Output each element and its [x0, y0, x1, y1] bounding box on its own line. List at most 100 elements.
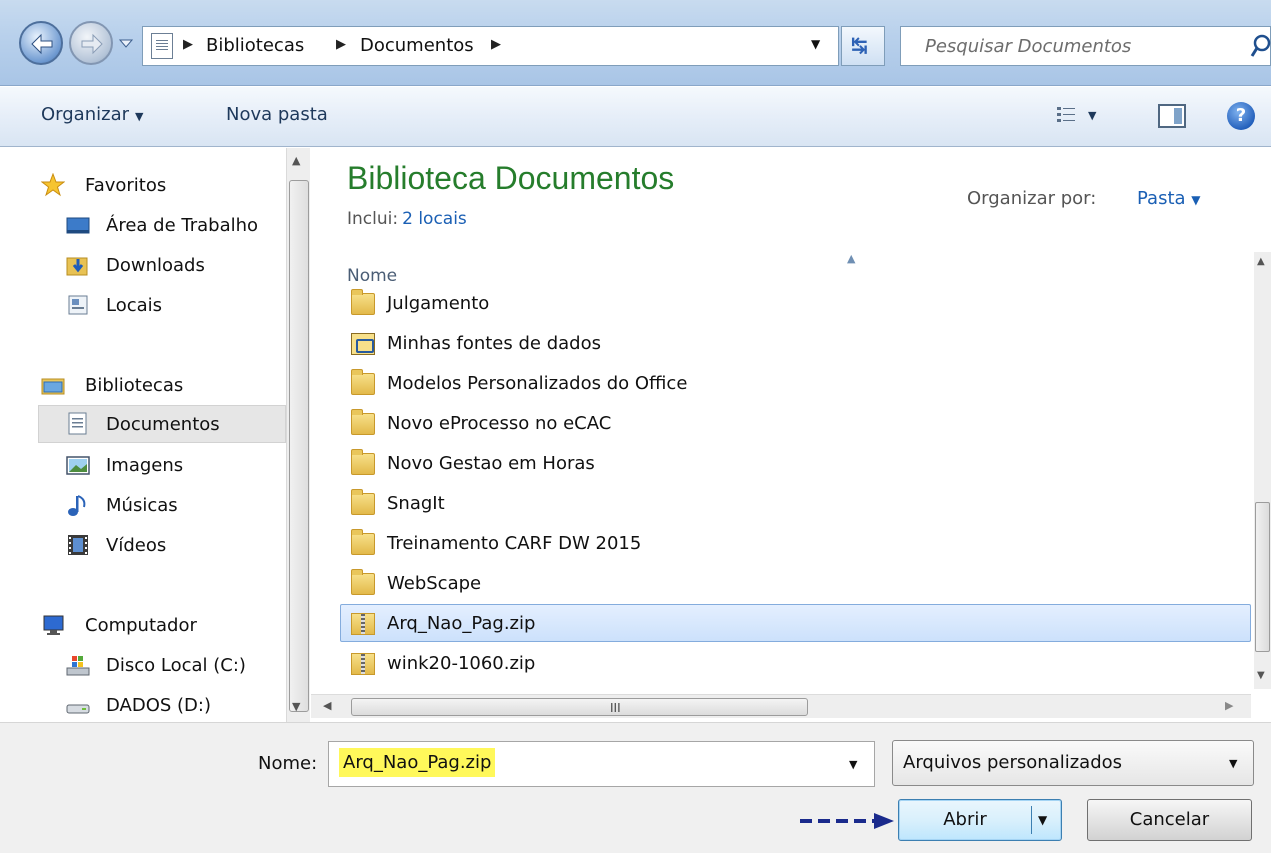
- file-name: Minhas fontes de dados: [387, 333, 601, 354]
- pictures-icon: [66, 456, 90, 475]
- filename-dropdown-icon[interactable]: ▼: [849, 758, 857, 771]
- organize-label: Organizar: [41, 104, 129, 125]
- annotation-arrow-icon: [800, 813, 894, 829]
- list-item[interactable]: Novo Gestao em Horas: [340, 444, 1251, 482]
- nav-desktop-label: Área de Trabalho: [106, 215, 259, 236]
- breadcrumb-documents[interactable]: Documentos: [360, 35, 474, 56]
- chevron-right-icon[interactable]: ▶: [183, 37, 193, 52]
- breadcrumb[interactable]: ▶ Bibliotecas ▶ Documentos ▶ ▼: [142, 26, 839, 66]
- list-item[interactable]: Julgamento: [340, 288, 1251, 322]
- filetype-select[interactable]: Arquivos personalizados ▼: [892, 740, 1254, 786]
- file-list: Julgamento Minhas fontes de dados Modelo…: [340, 288, 1251, 689]
- split-divider: [1031, 806, 1032, 834]
- nav-local-disk-label: Disco Local (C:): [106, 655, 246, 676]
- filename-input[interactable]: Arq_Nao_Pag.zip: [339, 748, 496, 777]
- view-options-icon[interactable]: [1056, 105, 1076, 125]
- documents-library-icon: [151, 33, 173, 59]
- file-list-vertical-scroll-thumb[interactable]: [1255, 502, 1270, 652]
- breadcrumb-libraries[interactable]: Bibliotecas: [206, 35, 304, 56]
- scroll-down-icon[interactable]: ▼: [1257, 670, 1265, 681]
- view-dropdown-icon[interactable]: ▼: [1088, 109, 1096, 122]
- list-item[interactable]: wink20-1060.zip: [340, 644, 1251, 682]
- chevron-down-icon: ▼: [1191, 193, 1201, 207]
- search-icon[interactable]: [1250, 33, 1271, 59]
- folder-icon: [351, 449, 375, 475]
- file-name: Julgamento: [387, 293, 490, 314]
- list-item[interactable]: Novo eProcesso no eCAC: [340, 404, 1251, 442]
- desktop-icon: [66, 217, 90, 234]
- filename-label: Nome:: [258, 753, 318, 774]
- recent-pages-dropdown[interactable]: [119, 36, 133, 50]
- arrange-by-dropdown[interactable]: Pasta ▼: [1137, 188, 1201, 209]
- folder-icon: [351, 489, 375, 515]
- sort-ascending-icon: ▲: [847, 252, 856, 265]
- nav-favorites-label: Favoritos: [85, 175, 167, 196]
- open-button[interactable]: Abrir ▼: [898, 799, 1062, 841]
- chevron-right-icon[interactable]: ▶: [491, 37, 501, 52]
- new-folder-button[interactable]: Nova pasta: [226, 104, 328, 125]
- downloads-folder-icon: [66, 257, 88, 276]
- column-header-name[interactable]: Nome: [347, 266, 397, 286]
- file-name: SnagIt: [387, 493, 445, 514]
- scroll-up-icon[interactable]: ▲: [292, 154, 300, 167]
- filename-combobox[interactable]: Arq_Nao_Pag.zip ▼: [328, 741, 875, 787]
- navigation-scroll-thumb[interactable]: [289, 180, 309, 712]
- scroll-up-icon[interactable]: ▲: [1257, 256, 1265, 267]
- videos-icon: [68, 535, 88, 555]
- back-button[interactable]: [19, 21, 63, 65]
- list-item[interactable]: WebScape: [340, 564, 1251, 602]
- list-item[interactable]: Modelos Personalizados do Office: [340, 364, 1251, 402]
- scroll-down-icon[interactable]: ▼: [292, 700, 300, 713]
- dialog-footer: Nome: Arq_Nao_Pag.zip ▼ Arquivos persona…: [0, 722, 1271, 853]
- file-name: wink20-1060.zip: [387, 653, 536, 674]
- filetype-value: Arquivos personalizados: [903, 752, 1123, 773]
- data-source-icon: [351, 333, 375, 355]
- file-list-horizontal-scroll-thumb[interactable]: III: [351, 698, 808, 716]
- chevron-down-icon: ▼: [1229, 757, 1238, 770]
- forward-arrow-icon: [81, 33, 103, 55]
- list-item-selected[interactable]: Arq_Nao_Pag.zip: [340, 604, 1251, 642]
- file-list-horizontal-scrollbar[interactable]: ◀ III ▶: [311, 694, 1251, 718]
- file-name: Novo Gestao em Horas: [387, 453, 595, 474]
- search-input[interactable]: [901, 27, 1231, 65]
- list-item[interactable]: Treinamento CARF DW 2015: [340, 524, 1251, 562]
- folder-icon: [351, 569, 375, 595]
- cancel-button[interactable]: Cancelar: [1087, 799, 1252, 841]
- scroll-grip-icon: III: [610, 701, 621, 715]
- chevron-right-icon[interactable]: ▶: [336, 37, 346, 52]
- address-bar: ▶ Bibliotecas ▶ Documentos ▶ ▼ ↹: [0, 0, 1271, 86]
- file-name: Treinamento CARF DW 2015: [387, 533, 642, 554]
- libraries-icon: [41, 378, 65, 395]
- list-item[interactable]: SnagIt: [340, 484, 1251, 522]
- nav-data-disk-label: DADOS (D:): [106, 695, 212, 716]
- includes-locations-link[interactable]: 2 locais: [402, 209, 467, 229]
- star-icon: [41, 173, 65, 197]
- forward-button[interactable]: [69, 21, 113, 65]
- library-title: Biblioteca Documentos: [347, 160, 675, 196]
- zip-archive-icon: [351, 653, 375, 675]
- documents-icon: [68, 412, 87, 435]
- arrange-by-value: Pasta: [1137, 188, 1186, 209]
- refresh-button[interactable]: ↹: [841, 26, 885, 66]
- file-name: Modelos Personalizados do Office: [387, 373, 688, 394]
- help-icon[interactable]: ?: [1227, 102, 1255, 130]
- music-icon: [68, 495, 86, 516]
- list-item[interactable]: Minhas fontes de dados: [340, 324, 1251, 362]
- nav-libraries-label: Bibliotecas: [85, 375, 184, 396]
- scroll-right-icon[interactable]: ▶: [1225, 699, 1233, 712]
- navigation-scrollbar[interactable]: ▲ ▼: [286, 148, 310, 722]
- nav-documents[interactable]: Documentos: [38, 405, 286, 443]
- navigation-pane: Favoritos Área de Trabalho Downloads Loc…: [0, 148, 286, 722]
- nav-computer-label: Computador: [85, 615, 197, 636]
- folder-icon: [351, 369, 375, 395]
- includes-label: Inclui:: [347, 209, 399, 229]
- scroll-left-icon[interactable]: ◀: [323, 699, 331, 712]
- address-dropdown-icon[interactable]: ▼: [811, 37, 820, 51]
- open-options-dropdown-icon[interactable]: ▼: [1038, 800, 1047, 840]
- preview-pane-icon[interactable]: [1158, 104, 1186, 128]
- hard-drive-icon: [66, 704, 90, 714]
- back-arrow-icon: [31, 33, 53, 55]
- organize-menu-button[interactable]: Organizar ▼: [41, 104, 143, 125]
- search-box[interactable]: [900, 26, 1271, 66]
- file-list-vertical-scrollbar[interactable]: ▲ ▼: [1254, 252, 1271, 689]
